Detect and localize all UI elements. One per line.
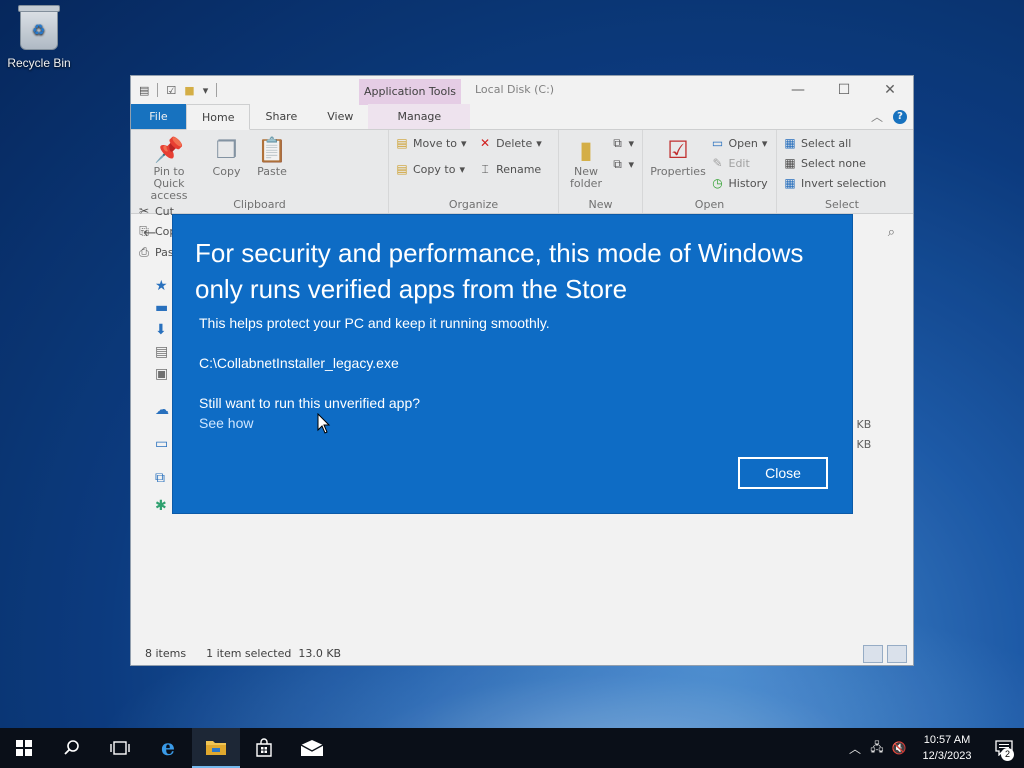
dialog-subtext: This helps protect your PC and keep it r… <box>199 315 550 331</box>
notification-count-badge: 2 <box>1001 748 1014 761</box>
store-bag-icon <box>256 738 272 757</box>
task-view-button[interactable] <box>96 728 144 768</box>
start-button[interactable] <box>0 728 48 768</box>
search-taskbar-button[interactable] <box>48 728 96 768</box>
clock[interactable]: 10:57 AM 12/3/2023 <box>910 732 984 764</box>
edge-taskbar-button[interactable]: e <box>144 728 192 768</box>
run-anyway-question: Still want to run this unverified app? <box>199 395 421 411</box>
windows-logo-icon <box>16 740 32 756</box>
taskbar: e ︿ 🖧 🔇 10:57 AM 12/3/2023 2 <box>0 728 1024 768</box>
unverified-app-dialog: For security and performance, this mode … <box>173 215 852 513</box>
file-explorer-taskbar-button[interactable] <box>192 728 240 768</box>
show-hidden-icons-chevron-icon[interactable]: ︿ <box>844 740 866 757</box>
folder-icon <box>206 741 226 755</box>
edge-icon: e <box>161 735 175 761</box>
store-taskbar-button[interactable] <box>240 728 288 768</box>
action-center-button[interactable]: 2 <box>984 728 1024 768</box>
clock-date: 12/3/2023 <box>922 750 972 762</box>
mail-taskbar-button[interactable] <box>288 728 336 768</box>
see-how-link[interactable]: See how <box>199 415 253 431</box>
mail-envelope-icon <box>300 740 324 756</box>
system-tray: ︿ 🖧 🔇 10:57 AM 12/3/2023 2 <box>844 728 1024 768</box>
blocked-file-path: C:\CollabnetInstaller_legacy.exe <box>199 355 399 371</box>
network-status-icon[interactable]: 🖧 <box>866 738 888 759</box>
clock-time: 10:57 AM <box>923 734 971 746</box>
dialog-heading: For security and performance, this mode … <box>195 238 804 304</box>
search-icon <box>64 740 79 755</box>
task-view-icon <box>110 741 130 755</box>
close-button[interactable]: Close <box>738 457 828 489</box>
volume-muted-icon[interactable]: 🔇 <box>888 741 910 755</box>
